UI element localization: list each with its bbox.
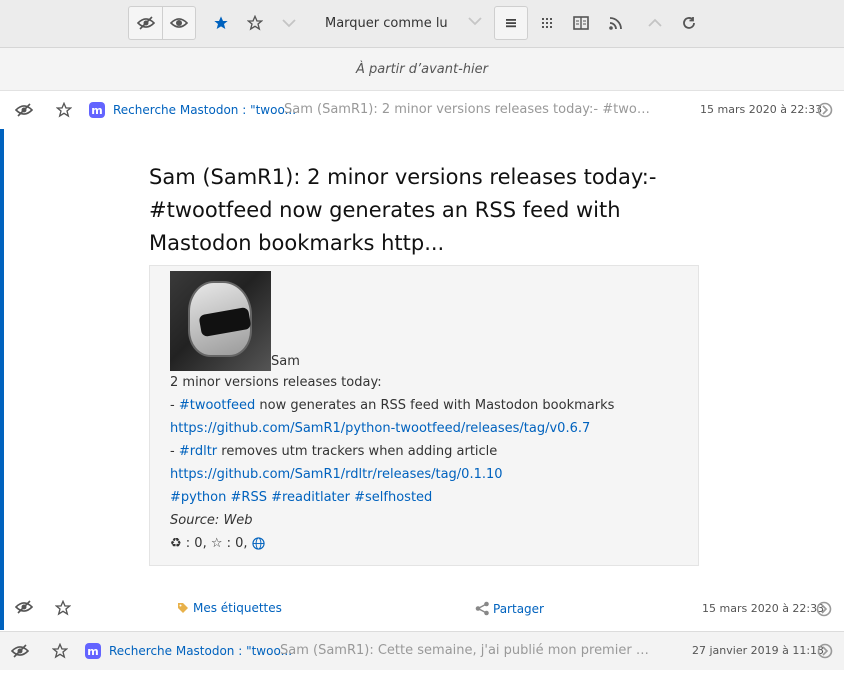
mastodon-icon: m <box>85 643 101 659</box>
active-entry-indicator <box>0 91 4 630</box>
entry-feed[interactable]: m Recherche Mastodon : "twoo... <box>89 102 296 118</box>
article-footer: Mes étiquettes Partager 15 mars 2020 à 2… <box>0 590 844 628</box>
eye-icon <box>170 18 188 28</box>
global-view-button[interactable] <box>530 6 564 40</box>
author-avatar <box>170 271 271 371</box>
normal-view-button[interactable] <box>494 6 528 40</box>
view-group <box>494 6 706 40</box>
eye-slash-icon <box>136 16 155 30</box>
release-link[interactable]: https://github.com/SamR1/python-twootfee… <box>170 421 590 436</box>
share-label: Partager <box>493 601 544 616</box>
favorite-filter-group <box>204 6 306 40</box>
article-stats: ♻ : 0, ☆ : 0, <box>170 536 248 551</box>
release-link[interactable]: https://github.com/SamR1/rdltr/releases/… <box>170 467 503 482</box>
hashtag-link[interactable]: #python <box>170 490 226 505</box>
not-favorites-button[interactable] <box>238 6 272 40</box>
entry-row[interactable]: m Recherche Mastodon : "twoo... Sam (Sam… <box>0 631 844 670</box>
entry-feed-name: Recherche Mastodon : "twoo... <box>109 644 293 658</box>
tag-icon <box>178 603 188 613</box>
favorites-button[interactable] <box>204 6 238 40</box>
article-title[interactable]: Sam (SamR1): 2 minor versions releases t… <box>149 161 704 260</box>
hide-read-button[interactable] <box>128 6 162 40</box>
share-button[interactable]: Partager <box>475 601 544 616</box>
hashtag-link[interactable]: #selfhosted <box>354 490 432 505</box>
star-outline-icon <box>247 15 263 31</box>
author-name: Sam <box>271 354 300 369</box>
eye-slash-icon[interactable] <box>14 600 34 617</box>
filter-dropdown-button[interactable] <box>272 6 306 40</box>
globe-icon[interactable] <box>251 537 265 550</box>
star-outline-icon[interactable] <box>55 101 73 119</box>
refresh-icon <box>683 17 695 29</box>
refresh-button[interactable] <box>672 6 706 40</box>
article-line-1: 2 minor versions releases today: <box>170 375 382 390</box>
star-filled-icon <box>214 16 228 29</box>
toolbar: Marquer comme lu <box>0 0 844 48</box>
previous-button[interactable] <box>638 6 672 40</box>
hashtag-link[interactable]: #RSS <box>231 490 267 505</box>
chevron-down-icon[interactable] <box>468 15 482 30</box>
footer-date: 15 mars 2020 à 22:33 <box>702 602 825 615</box>
mark-read-button[interactable]: Marquer comme lu <box>315 6 490 40</box>
star-outline-icon[interactable] <box>51 642 69 660</box>
chevron-up-icon <box>648 18 662 27</box>
article-content: Sam 2 minor versions releases today: - #… <box>149 265 699 566</box>
external-link-icon[interactable] <box>816 601 832 620</box>
read-filter-group <box>128 6 196 40</box>
hashtag-link[interactable]: #twootfeed <box>179 398 255 413</box>
tags-button[interactable]: Mes étiquettes <box>177 601 282 615</box>
article-line-2: - #twootfeed now generates an RSS feed w… <box>170 394 678 417</box>
book-icon <box>573 16 589 30</box>
line-prefix: - <box>170 398 179 413</box>
entry-title[interactable]: Sam (SamR1): Cette semaine, j'ai publié … <box>280 643 655 658</box>
hashtag-link[interactable]: #rdltr <box>179 444 217 459</box>
line-text: removes utm trackers when adding article <box>217 444 498 459</box>
show-read-button[interactable] <box>162 6 196 40</box>
article-source: Source: Web <box>170 513 253 528</box>
entry-feed[interactable]: m Recherche Mastodon : "twoo... <box>85 643 292 659</box>
line-prefix: - <box>170 444 179 459</box>
entry-date: 15 mars 2020 à 22:33 <box>700 103 823 116</box>
hashtags: #python #RSS #readitlater #selfhosted <box>170 486 678 509</box>
external-link-icon[interactable] <box>816 642 834 660</box>
day-separator: À partir d’avant-hier <box>0 48 844 91</box>
rss-view-button[interactable] <box>598 6 632 40</box>
share-icon <box>475 601 489 616</box>
reader-view-button[interactable] <box>564 6 598 40</box>
entry-date: 27 janvier 2019 à 11:13 <box>692 644 825 657</box>
article-stats-line: ♻ : 0, ☆ : 0, <box>170 532 678 555</box>
article-line-3: - #rdltr removes utm trackers when addin… <box>170 440 678 463</box>
author-line: Sam <box>170 271 678 371</box>
star-outline-icon[interactable] <box>54 599 72 619</box>
entry-row-header[interactable]: m Recherche Mastodon : "twoo... Sam (Sam… <box>0 91 844 129</box>
hashtag-link[interactable]: #readitlater <box>271 490 350 505</box>
mastodon-icon: m <box>89 102 105 118</box>
grid-icon <box>542 18 552 28</box>
tags-label: Mes étiquettes <box>193 601 282 615</box>
list-icon <box>506 19 516 28</box>
mark-read-label: Marquer comme lu <box>325 15 448 31</box>
eye-slash-icon[interactable] <box>15 101 33 119</box>
entry-feed-name: Recherche Mastodon : "twoo... <box>113 103 297 117</box>
line-text: now generates an RSS feed with Mastodon … <box>255 398 615 413</box>
entry-title[interactable]: Sam (SamR1): 2 minor versions releases t… <box>284 102 654 117</box>
external-link-icon[interactable] <box>816 101 834 119</box>
eye-slash-icon[interactable] <box>11 642 29 660</box>
chevron-down-icon <box>282 19 296 28</box>
rss-icon <box>608 16 622 30</box>
